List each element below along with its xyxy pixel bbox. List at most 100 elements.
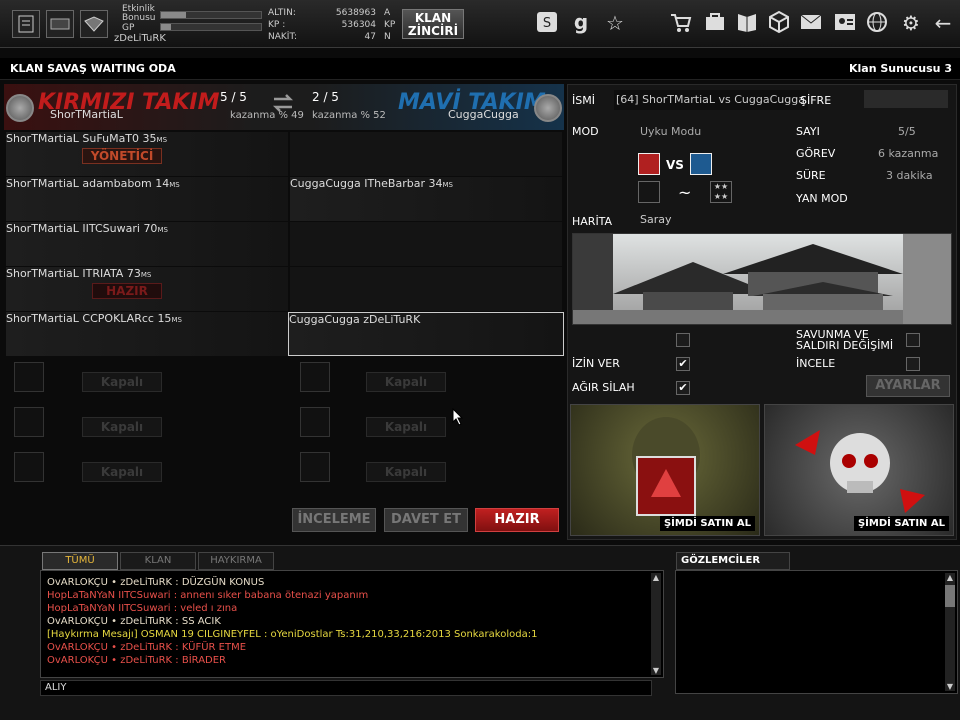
swap-teams-icon[interactable]: [272, 92, 294, 114]
chat-line: OvARLOKÇU • zDeLiTuRK : SS ACIK: [47, 616, 221, 627]
cart-icon[interactable]: [668, 10, 694, 36]
ayarlar-button[interactable]: AYARLAR: [866, 375, 950, 397]
blue-slot-empty-1[interactable]: [290, 132, 562, 176]
klan-zinciri-button[interactable]: KLAN ZİNCİRİ: [402, 9, 464, 39]
gear-icon[interactable]: ⚙: [898, 10, 924, 36]
closed-slot-button[interactable]: Kapalı: [82, 372, 162, 392]
player-name: zDeLiTuRK: [363, 313, 421, 326]
top-bar: Etkinlik Bonusu GP zDeLiTuRK ALTIN: 5638…: [0, 0, 960, 48]
red-team-leader: ShorTMartiaL: [50, 108, 123, 121]
contacts-icon[interactable]: [832, 10, 858, 36]
altin-value: 5638963: [335, 8, 376, 18]
mod-value: Uyku Modu: [640, 125, 702, 138]
blue-team-medal-icon: [534, 94, 562, 122]
back-arrow-icon[interactable]: ←: [930, 10, 956, 36]
mail-icon[interactable]: [798, 10, 824, 36]
player-ping: 35: [142, 132, 157, 145]
ping-unit: MS: [171, 316, 182, 324]
mod-label: MOD: [572, 125, 599, 138]
kp-value: 536304: [341, 20, 376, 30]
savunma-checkbox[interactable]: [906, 333, 920, 347]
ping-unit: MS: [442, 181, 453, 189]
red-slot-4[interactable]: HAZIR ShorTMartiaL ITRIATA 73MS: [6, 267, 288, 311]
title-bar: KLAN SAVAŞ WAITING ODA Klan Sunucusu 3: [0, 58, 960, 80]
chat-input-text: ALIY: [45, 682, 67, 693]
altin-unit: A: [384, 8, 391, 18]
empty-slot-icon: [300, 362, 330, 392]
incele-checkbox[interactable]: [906, 357, 920, 371]
red-slot-2[interactable]: ShorTMartiaL adambabom 14MS: [6, 177, 288, 221]
blue-slot-2-self[interactable]: CuggaCugga zDeLiTuRK: [288, 312, 564, 356]
map-preview[interactable]: [572, 233, 952, 325]
red-slot-5[interactable]: ShorTMartiaL CCPOKLARcc 15MS: [6, 312, 288, 356]
scroll-up-icon[interactable]: ▲: [945, 573, 955, 582]
unnamed-checkbox[interactable]: [676, 333, 690, 347]
rank-icon: [80, 10, 108, 38]
skype-icon[interactable]: S: [534, 10, 560, 36]
ping-unit: MS: [169, 181, 180, 189]
sure-value: 3 dakika: [886, 169, 933, 182]
shop-banner-left[interactable]: ŞİMDİ SATIN AL: [570, 404, 760, 536]
sure-label: SÜRE: [796, 169, 826, 182]
incele-label: İNCELE: [796, 357, 836, 370]
red-slot-1[interactable]: YÖNETİCİ ShorTMartiaL SuFuMaT0 35MS: [6, 132, 288, 176]
chat-tab-haykirma[interactable]: HAYKIRMA: [198, 552, 274, 570]
chat-line: [Haykırma Mesajı] OSMAN 19 CILGINEYFEL :…: [47, 629, 538, 640]
player-badge: YÖNETİCİ: [82, 148, 162, 164]
blue-slot-empty-2[interactable]: [290, 222, 562, 266]
closed-slot-button[interactable]: Kapalı: [82, 417, 162, 437]
player-clan: ShorTMartiaL: [6, 222, 79, 235]
scroll-down-icon[interactable]: ▼: [651, 666, 661, 675]
player-name: ITRIATA: [82, 267, 124, 280]
player-badge: HAZIR: [92, 283, 162, 299]
empty-slot-icon: [14, 362, 44, 392]
star-icon[interactable]: ☆: [602, 10, 628, 36]
g-icon[interactable]: g: [568, 10, 594, 36]
player-ping: 14: [155, 177, 170, 190]
closed-slot-button[interactable]: Kapalı: [366, 372, 446, 392]
agir-silah-checkbox[interactable]: ✔: [676, 381, 690, 395]
book-icon[interactable]: [734, 10, 760, 36]
blue-slot-1[interactable]: CuggaCugga ITheBarbar 34MS: [290, 177, 562, 221]
chat-tab-tumu[interactable]: TÜMÜ: [42, 552, 118, 570]
closed-slot-button[interactable]: Kapalı: [366, 417, 446, 437]
chat-tab-klan[interactable]: KLAN: [120, 552, 196, 570]
scroll-down-icon[interactable]: ▼: [945, 682, 955, 691]
chat-scrollbar[interactable]: ▲ ▼: [651, 573, 661, 675]
chat-input[interactable]: ALIY: [40, 680, 652, 696]
blue-team-win-rate: kazanma % 52: [312, 110, 386, 121]
gp-progress-bar: [160, 23, 262, 31]
blue-slot-empty-3[interactable]: [290, 267, 562, 311]
box-icon[interactable]: [766, 10, 792, 36]
scroll-thumb[interactable]: [945, 585, 955, 607]
inventory-icon[interactable]: [702, 10, 728, 36]
weapon-icon: [638, 181, 660, 203]
player-clan: CuggaCugga: [289, 313, 360, 326]
svg-text:S: S: [543, 16, 551, 31]
yan-mod-label: YAN MOD: [796, 192, 848, 205]
blue-team-count: 2 / 5: [312, 90, 339, 104]
username: zDeLiTuRK: [114, 33, 166, 44]
blue-soldier-icon: [690, 153, 712, 175]
player-ping: 73: [126, 267, 141, 280]
davet-et-button[interactable]: DAVET ET: [384, 508, 468, 532]
player-name: CCPOKLARcc: [82, 312, 154, 325]
isim-label: İSMİ: [572, 94, 595, 107]
closed-slot-button[interactable]: Kapalı: [82, 462, 162, 482]
hazir-button[interactable]: HAZIR: [475, 508, 559, 532]
izin-ver-checkbox[interactable]: ✔: [676, 357, 690, 371]
observers-scrollbar[interactable]: ▲ ▼: [945, 573, 955, 691]
inceleme-button[interactable]: İNCELEME: [292, 508, 376, 532]
notepad-icon[interactable]: [12, 10, 40, 38]
player-clan: ShorTMartiaL: [6, 267, 79, 280]
web-icon[interactable]: [864, 10, 890, 36]
scroll-up-icon[interactable]: ▲: [651, 573, 661, 582]
closed-slot-button[interactable]: Kapalı: [366, 462, 446, 482]
shop-banner-right[interactable]: ŞİMDİ SATIN AL: [764, 404, 954, 536]
vs-label: VS: [666, 158, 684, 172]
password-field[interactable]: [864, 90, 948, 108]
chat-line: OvARLOKÇU • zDeLiTuRK : KÜFÜR ETME: [47, 642, 247, 653]
red-slot-3[interactable]: ShorTMartiaL IITCSuwari 70MS: [6, 222, 288, 266]
altin-label: ALTIN:: [268, 8, 296, 18]
savunma-line2: SALDIRI DEĞİŞİMİ: [796, 339, 894, 352]
